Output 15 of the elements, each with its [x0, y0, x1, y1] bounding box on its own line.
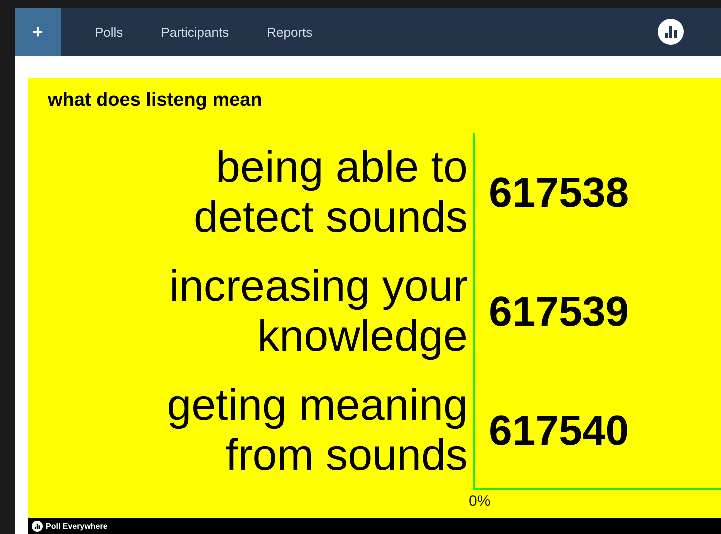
answer-label: increasing your knowledge: [168, 260, 468, 362]
answer-label: geting meaning from sounds: [166, 380, 468, 482]
logo-icon[interactable]: [658, 19, 684, 45]
answer-label: being able to detect sounds: [193, 142, 468, 244]
brand-name: Poll Everywhere: [46, 522, 108, 530]
nav-link[interactable]: Participants: [161, 24, 230, 40]
axis-tick-label: 0%: [469, 493, 491, 510]
nav-link[interactable]: Polls: [95, 24, 124, 40]
nav-link[interactable]: Reports: [267, 24, 313, 40]
poll-question: what does listeng mean: [48, 90, 264, 113]
add-button[interactable]: +: [15, 8, 61, 56]
response-code: 617538: [488, 168, 630, 218]
response-code: 617540: [488, 406, 630, 456]
logo-icon: [32, 520, 43, 532]
response-code: 617539: [488, 286, 630, 336]
